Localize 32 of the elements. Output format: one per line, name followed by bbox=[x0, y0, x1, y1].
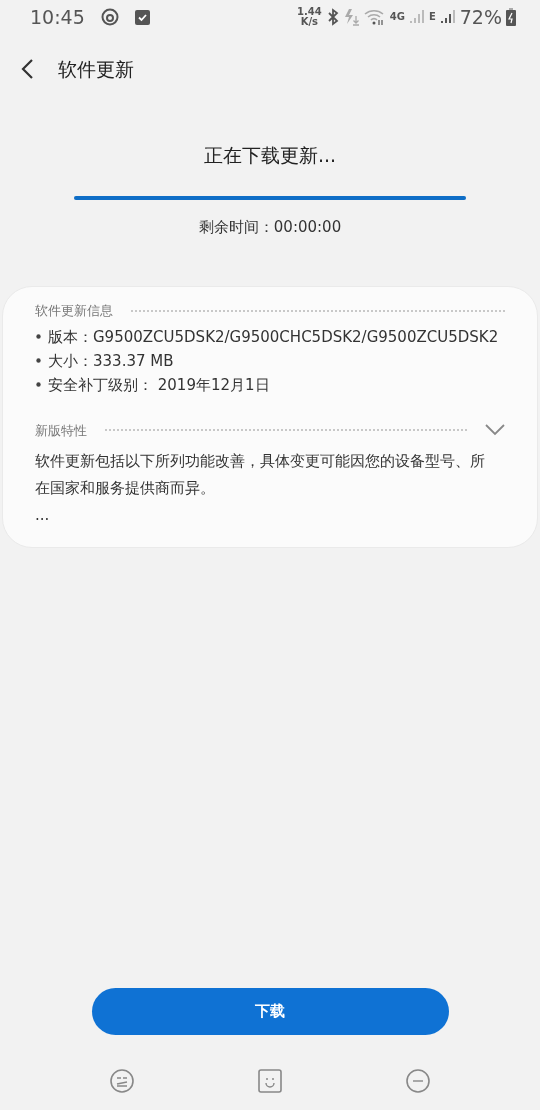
bullet-icon bbox=[35, 357, 42, 364]
bullet-icon bbox=[35, 381, 42, 388]
info-item: 大小：333.37 MB bbox=[48, 350, 174, 372]
network-type: E bbox=[428, 12, 436, 22]
circle-icon[interactable] bbox=[404, 1068, 431, 1094]
info-item: 版本：G9500ZCU5DSK2/G9500CHC5DSK2/G9500ZCU5DSK2 bbox=[48, 326, 499, 348]
bullet-icon bbox=[35, 333, 42, 340]
download-button[interactable]: 下载 bbox=[91, 988, 449, 1035]
section-title: 新版特性 bbox=[35, 421, 87, 440]
bluetooth-icon bbox=[325, 8, 340, 26]
charging-icon bbox=[343, 8, 360, 26]
battery-icon bbox=[506, 8, 516, 26]
speed-unit: K/s bbox=[299, 17, 320, 27]
signal-icon bbox=[408, 9, 425, 25]
features-description: 软件更新包括以下所列功能改善，具体变更可能因您的设备型号、所在国家和服务提供商而异。 bbox=[35, 451, 486, 499]
chevron-icon[interactable] bbox=[485, 424, 505, 437]
back-icon[interactable] bbox=[20, 58, 34, 80]
status-time: 10:45 bbox=[30, 4, 85, 30]
network-speed: 1.44 bbox=[297, 7, 322, 17]
signal-icon bbox=[439, 9, 456, 25]
wifi-icon bbox=[363, 8, 386, 26]
more-ellipsis: ... bbox=[35, 505, 51, 526]
download-status: 正在下载更新... bbox=[202, 143, 338, 168]
section-title: 软件更新信息 bbox=[35, 302, 113, 320]
smiley-icon[interactable] bbox=[258, 1069, 282, 1093]
page-title: 软件更新 bbox=[58, 56, 134, 82]
network-type: 4G bbox=[389, 12, 405, 22]
info-item: 安全补丁级别： 2019年12月1日 bbox=[48, 374, 270, 396]
remaining-time: 剩余时间：00:00:00 bbox=[197, 216, 343, 238]
battery-percent: 72% bbox=[459, 4, 502, 30]
face-icon[interactable] bbox=[109, 1068, 136, 1094]
checkbox-icon bbox=[134, 9, 150, 25]
